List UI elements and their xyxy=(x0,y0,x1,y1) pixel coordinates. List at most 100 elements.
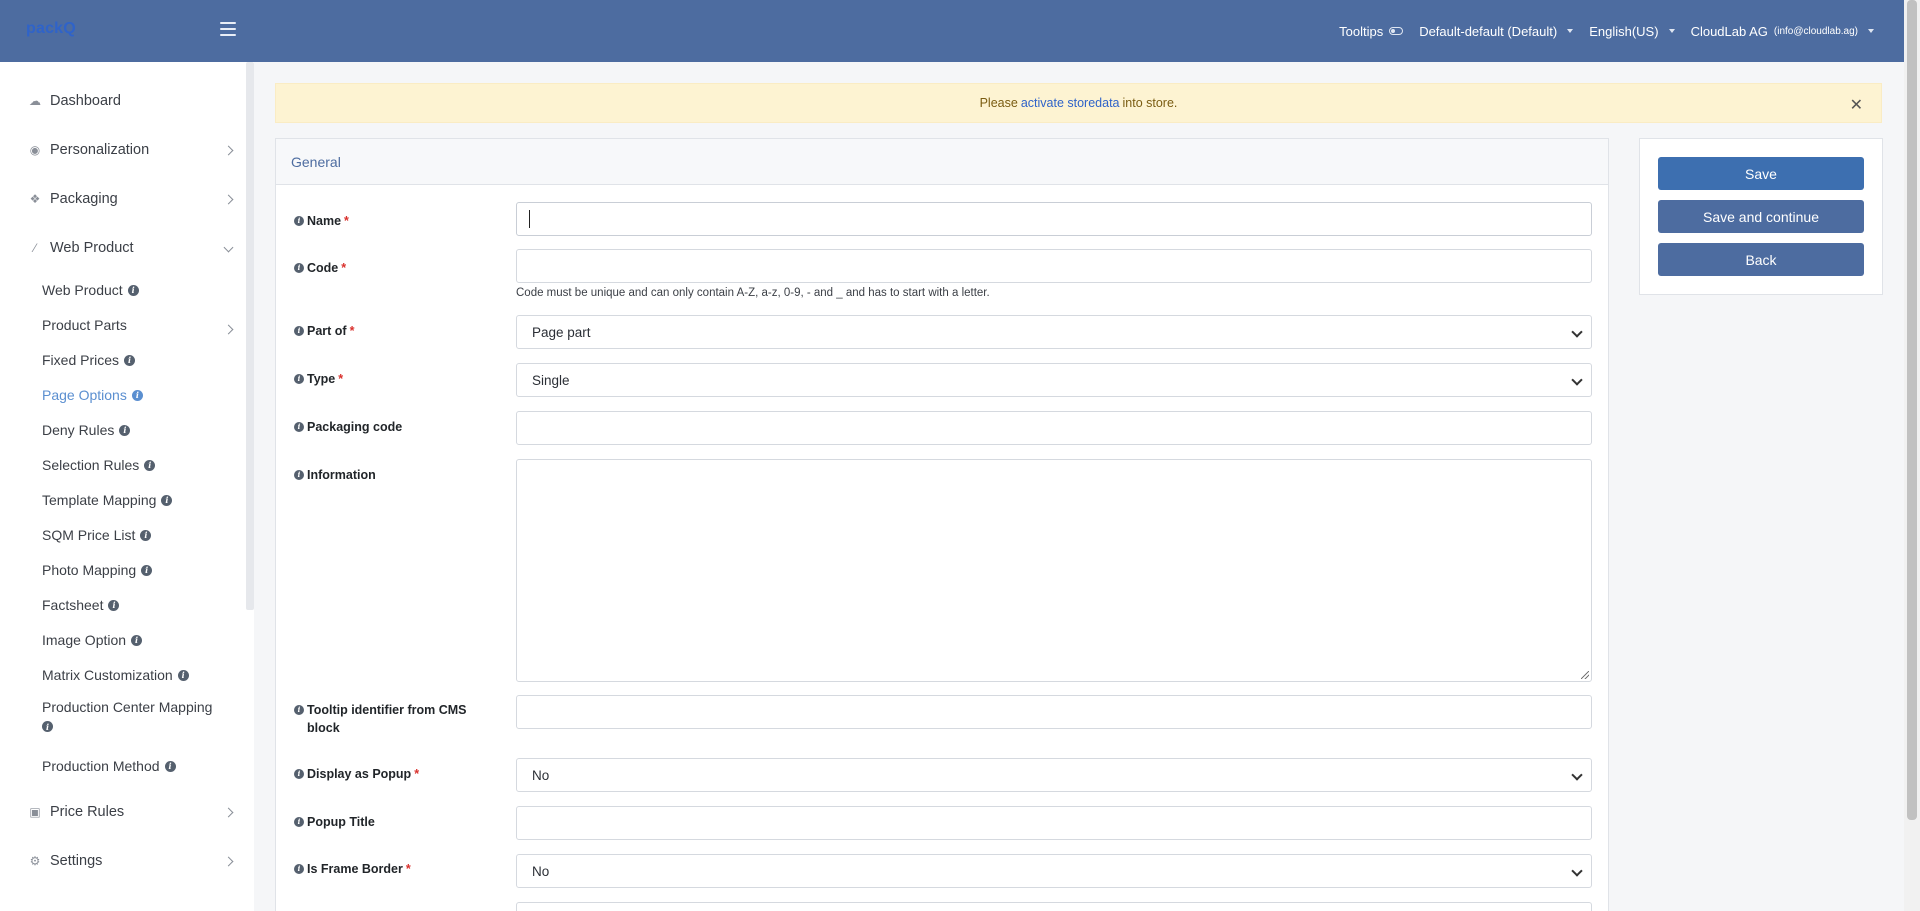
general-form-card: General i Name * i Code * Code must be uni… xyxy=(275,138,1609,911)
store-view-dropdown[interactable]: Default-default (Default) xyxy=(1419,23,1574,39)
sidebar-scrollbar[interactable] xyxy=(246,62,254,610)
sidebar-sub-factsheet[interactable]: Factsheet i xyxy=(42,594,232,616)
top-right-menu: Tooltips Default-default (Default) Engli… xyxy=(1339,0,1874,62)
sidebar-item-price-rules[interactable]: ▣ Price Rules xyxy=(26,800,234,824)
sidebar-sub-image-option[interactable]: Image Option i xyxy=(42,629,232,651)
packaging-code-label: i Packaging code xyxy=(294,418,469,436)
top-navbar: packQ Tooltips Default-default (Default)… xyxy=(0,0,1920,62)
close-icon[interactable]: ✕ xyxy=(1850,95,1863,115)
information-label: i Information xyxy=(294,466,469,484)
sidebar-sub-template-mapping[interactable]: Template Mapping i xyxy=(42,489,232,511)
name-label: i Name * xyxy=(294,212,469,230)
chevron-right-icon xyxy=(223,853,234,868)
chevron-right-icon xyxy=(223,191,234,206)
sidebar-item-label: Settings xyxy=(50,853,103,869)
sidebar-item-packaging[interactable]: ❖ Packaging xyxy=(26,187,234,211)
info-icon: i xyxy=(141,564,153,576)
save-button[interactable]: Save xyxy=(1658,157,1864,190)
part-of-select[interactable]: Page part xyxy=(516,315,1592,349)
save-and-continue-button[interactable]: Save and continue xyxy=(1658,200,1864,233)
info-icon: i xyxy=(294,705,304,715)
app-logo[interactable]: packQ xyxy=(26,20,76,38)
sidebar-sub-label: Product Parts xyxy=(42,317,127,333)
alert-suffix: into store. xyxy=(1122,96,1178,110)
is-frame-border-label: i Is Frame Border * xyxy=(294,860,469,878)
sidebar-sub-product-parts[interactable]: Product Parts xyxy=(42,314,234,336)
caret-down-icon xyxy=(1868,29,1874,33)
sidebar-sub-production-center-mapping[interactable]: Production Center Mapping i xyxy=(42,699,232,741)
eye-icon: ◉ xyxy=(29,143,41,157)
sidebar-sub-label: Factsheet xyxy=(42,597,104,613)
info-icon: i xyxy=(294,216,304,226)
store-view-label: Default-default (Default) xyxy=(1419,23,1558,39)
toggle-off-icon[interactable] xyxy=(1389,27,1404,35)
chevron-down-icon xyxy=(1571,865,1583,877)
sidebar-sub-production-method[interactable]: Production Method i xyxy=(42,755,232,777)
sidebar-item-dashboard[interactable]: ☁ Dashboard xyxy=(26,89,232,113)
chevron-right-icon xyxy=(223,320,234,336)
activate-storedata-link[interactable]: activate storedata xyxy=(1021,96,1120,110)
info-icon: i xyxy=(108,599,120,611)
sidebar-sub-matrix-customization[interactable]: Matrix Customization i xyxy=(42,664,232,686)
name-input[interactable] xyxy=(516,202,1592,236)
page-scrollbar[interactable] xyxy=(1904,0,1920,911)
part-of-label: i Part of * xyxy=(294,322,469,340)
chevron-down-icon xyxy=(223,239,234,254)
language-label: English(US) xyxy=(1589,23,1659,39)
sidebar-item-personalization[interactable]: ◉ Personalization xyxy=(26,138,234,162)
tooltips-toggle[interactable]: Tooltips xyxy=(1339,23,1404,39)
info-icon: i xyxy=(140,529,152,541)
type-label: i Type * xyxy=(294,370,469,388)
resize-handle-icon[interactable] xyxy=(1581,671,1589,679)
sidebar-sub-label: Production Center Mapping xyxy=(42,699,213,715)
sidebar-sub-label: Template Mapping xyxy=(42,492,157,508)
info-icon: i xyxy=(294,326,304,336)
caret-down-icon xyxy=(1567,29,1574,33)
chevron-right-icon xyxy=(223,142,234,157)
sidebar-sub-sqm-price-list[interactable]: SQM Price List i xyxy=(42,524,232,546)
next-field-input[interactable] xyxy=(516,902,1592,911)
sidebar-sub-label: Selection Rules xyxy=(42,457,140,473)
type-select[interactable]: Single xyxy=(516,363,1592,397)
popup-title-label: i Popup Title xyxy=(294,813,469,831)
code-input[interactable] xyxy=(516,249,1592,283)
info-icon: i xyxy=(131,634,143,646)
money-icon: ▣ xyxy=(29,805,41,819)
user-dropdown[interactable]: CloudLab AG (info@cloudlab.ag) xyxy=(1691,24,1874,39)
sidebar-sub-page-options[interactable]: Page Options i xyxy=(42,384,232,406)
info-icon: i xyxy=(294,470,304,480)
popup-title-input[interactable] xyxy=(516,806,1592,840)
information-textarea[interactable] xyxy=(516,459,1592,682)
tooltips-label: Tooltips xyxy=(1339,23,1384,39)
sidebar-item-label: Packaging xyxy=(50,191,118,207)
hamburger-menu-icon[interactable] xyxy=(220,22,236,36)
tooltip-identifier-input[interactable] xyxy=(516,695,1592,729)
sidebar-item-settings[interactable]: ⚙ Settings xyxy=(26,849,234,873)
page-scrollbar-thumb[interactable] xyxy=(1907,0,1917,820)
text-cursor xyxy=(529,210,530,228)
chevron-down-icon xyxy=(1571,374,1583,386)
sidebar-sub-photo-mapping[interactable]: Photo Mapping i xyxy=(42,559,232,581)
info-icon: i xyxy=(124,354,136,366)
info-icon: i xyxy=(294,817,304,827)
sidebar-item-web-product[interactable]: ⁄ Web Product xyxy=(26,236,234,260)
sidebar-item-label: Web Product xyxy=(50,240,134,256)
sidebar-sub-selection-rules[interactable]: Selection Rules i xyxy=(42,454,232,476)
is-frame-border-select[interactable]: No xyxy=(516,854,1592,888)
back-button[interactable]: Back xyxy=(1658,243,1864,276)
info-icon: i xyxy=(294,374,304,384)
language-dropdown[interactable]: English(US) xyxy=(1589,23,1675,39)
sidebar-sub-label: Image Option xyxy=(42,632,127,648)
sidebar-sub-deny-rules[interactable]: Deny Rules i xyxy=(42,419,232,441)
sidebar-sub-web-product[interactable]: Web Product i xyxy=(42,279,232,301)
packaging-code-input[interactable] xyxy=(516,411,1592,445)
activation-alert: Please activate storedata into store. ✕ xyxy=(275,83,1882,123)
info-icon: i xyxy=(294,864,304,874)
display-as-popup-select[interactable]: No xyxy=(516,758,1592,792)
info-icon: i xyxy=(294,263,304,273)
cloud-icon: ☁ xyxy=(29,94,41,108)
sidebar-sub-fixed-prices[interactable]: Fixed Prices i xyxy=(42,349,232,371)
magic-wand-icon: ⁄ xyxy=(33,241,36,255)
chevron-down-icon xyxy=(1571,326,1583,338)
sidebar-item-label: Dashboard xyxy=(50,93,121,109)
